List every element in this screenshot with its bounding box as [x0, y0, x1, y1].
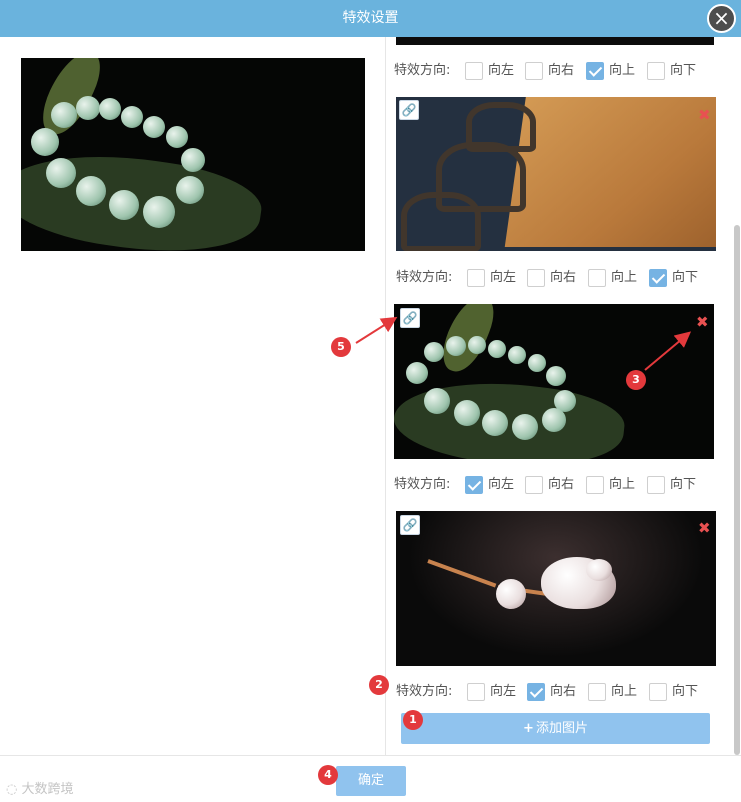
- watermark-logo-icon: ◌: [6, 782, 18, 797]
- arrow-3: [644, 331, 692, 371]
- watermark-text: 大数跨境: [21, 782, 74, 797]
- arrow-5: [355, 316, 398, 344]
- annotation-badge-5: 5: [331, 337, 351, 357]
- annotation-badge-4: 4: [318, 765, 338, 785]
- annotation-badge-3: 3: [626, 370, 646, 390]
- watermark: ◌ 大数跨境: [6, 778, 74, 797]
- annotation-badge-2: 2: [369, 675, 389, 695]
- annotation-badge-1: 1: [403, 710, 423, 730]
